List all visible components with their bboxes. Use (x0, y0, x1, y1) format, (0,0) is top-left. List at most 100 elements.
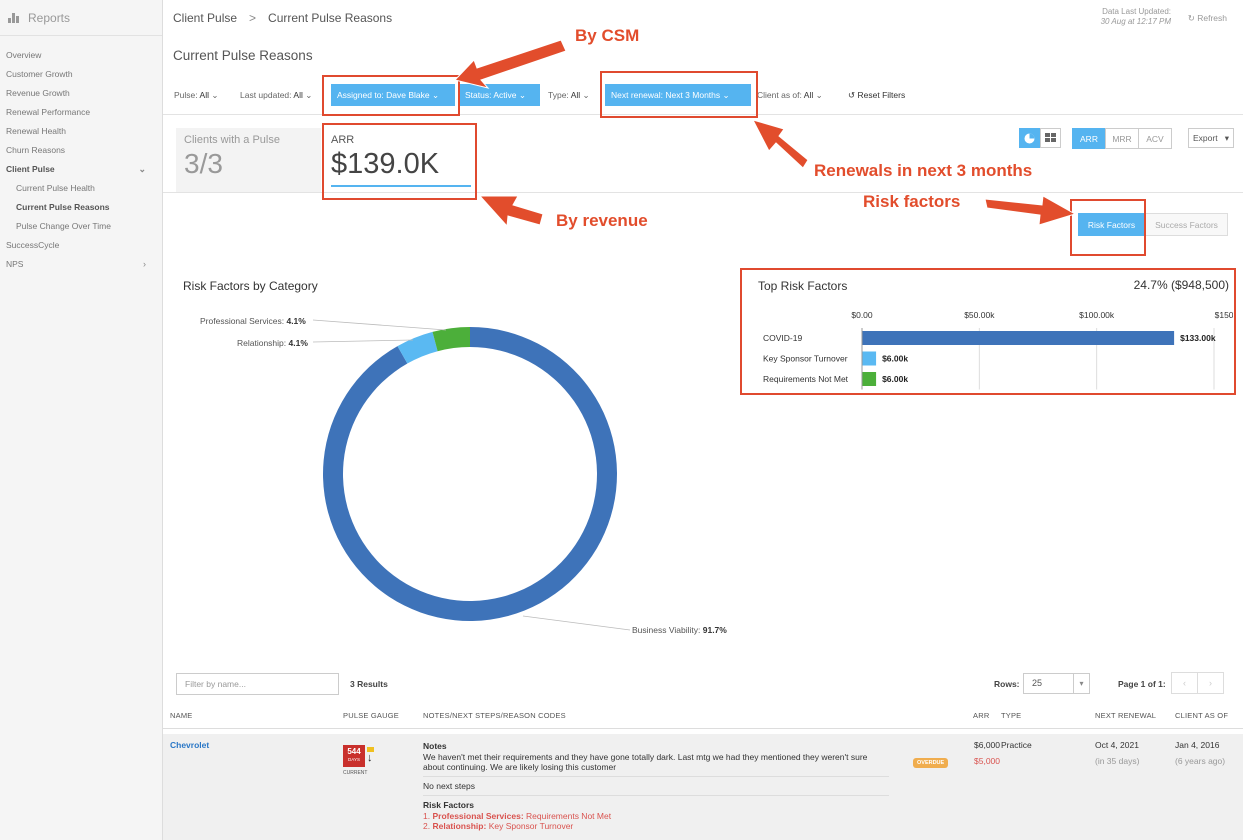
pie-view-button[interactable] (1019, 128, 1040, 148)
annotation-renewals: Renewals in next 3 months (814, 161, 1033, 180)
sidebar-header: Reports (0, 0, 162, 36)
notes-heading: Notes (423, 741, 447, 751)
arr-value: $6,000 (974, 740, 1000, 750)
donut-label-relationship: Relationship: 4.1% (237, 338, 308, 348)
breadcrumb: Client Pulse > Current Pulse Reasons (163, 0, 1243, 36)
divider (423, 776, 889, 777)
caret-down-icon: ▾ (1224, 132, 1229, 143)
overdue-amount: $5,000 (974, 756, 1000, 766)
risk-factor-item: 1. Professional Services: Requirements N… (423, 811, 612, 821)
updated-label: Data Last Updated: (1102, 7, 1171, 16)
success-factors-button[interactable]: Success Factors (1145, 213, 1228, 236)
sidebar-item-client-pulse[interactable]: Client Pulse ⌄ (0, 160, 162, 179)
metric-arr-button[interactable]: ARR (1072, 128, 1106, 149)
caret-down-icon: ▾ (1073, 674, 1089, 693)
sidebar-item-current-pulse-reasons[interactable]: Current Pulse Reasons (0, 198, 162, 217)
col-header-notes[interactable]: NOTES/NEXT STEPS/REASON CODES (423, 711, 566, 720)
col-header-next-renewal[interactable]: NEXT RENEWAL (1095, 711, 1156, 720)
leader-line (312, 339, 414, 343)
chevron-down-icon: ⌄ (518, 90, 527, 100)
leader-line (522, 615, 631, 631)
prev-page-button[interactable]: ‹ (1171, 672, 1198, 694)
data-updated: Data Last Updated: 30 Aug at 12:17 PM (1101, 7, 1171, 27)
refresh-icon: ↻ (1187, 13, 1195, 23)
breadcrumb-current: Current Pulse Reasons (268, 11, 393, 25)
client-as-of-relative: (6 years ago) (1175, 756, 1226, 766)
rows-select[interactable]: 25 ▾ (1023, 673, 1090, 694)
gauge-caption: CURRENT (343, 770, 368, 776)
pulse-gauge[interactable]: 544 DAYS CURRENT ↓ (343, 745, 374, 776)
export-dropdown[interactable]: Export ▾ (1188, 128, 1234, 148)
filter-pulse[interactable]: Pulse: All ⌄ (174, 84, 218, 106)
next-page-button[interactable]: › (1197, 672, 1224, 694)
donut-slice-professional-services[interactable] (432, 327, 470, 352)
annotation-box-top-risk (740, 268, 1236, 395)
pager: ‹ › (1171, 672, 1224, 694)
type-value: Practice (1001, 740, 1032, 750)
annotation-by-csm: By CSM (575, 26, 640, 45)
notes-text: We haven't met their requirements and th… (423, 752, 868, 772)
donut-label-professional-services: Professional Services: 4.1% (200, 316, 306, 326)
risk-factors-heading: Risk Factors (423, 800, 475, 810)
risk-category-donut (312, 319, 631, 631)
sidebar-item-successcycle[interactable]: SuccessCycle (0, 236, 162, 255)
overdue-badge: OVERDUE (913, 758, 949, 768)
refresh-button[interactable]: ↻ Refresh (1188, 13, 1227, 24)
col-header-client-as-of[interactable]: CLIENT AS OF (1175, 711, 1228, 720)
gauge-days-badge: 544 DAYS (343, 745, 365, 767)
chevron-right-icon: › (143, 259, 146, 269)
filter-client-as-of[interactable]: Client as of: All ⌄ (757, 84, 823, 106)
annotation-box-csm (322, 75, 460, 116)
arrow-down-icon: ↓ (367, 752, 373, 764)
sidebar-item-current-pulse-health[interactable]: Current Pulse Health (0, 179, 162, 198)
col-header-name[interactable]: NAME (170, 711, 192, 720)
annotation-box-renewal (600, 71, 758, 118)
reports-icon (8, 12, 20, 23)
metric-mrr-button[interactable]: MRR (1105, 128, 1139, 149)
donut-label-business-viability: Business Viability: 91.7% (632, 625, 727, 635)
sidebar-item-pulse-change[interactable]: Pulse Change Over Time (0, 217, 162, 236)
sidebar-item-churn-reasons[interactable]: Churn Reasons (0, 141, 162, 160)
kpi-clients-with-pulse[interactable]: Clients with a Pulse 3/3 (176, 128, 321, 192)
grid-icon (1045, 133, 1056, 142)
filter-by-name-input[interactable]: Filter by name... (176, 673, 339, 695)
metric-toggle: ARR MRR ACV (1072, 128, 1172, 149)
client-name-link[interactable]: Chevrolet (170, 740, 209, 750)
sidebar-item-nps[interactable]: NPS › (0, 255, 162, 274)
client-as-of-date: Jan 4, 2016 (1175, 740, 1220, 750)
chevron-down-icon: ⌄ (815, 90, 823, 100)
rows-label: Rows: (994, 679, 1020, 689)
chevron-down-icon: ⌄ (582, 90, 590, 100)
col-header-pulse-gauge[interactable]: PULSE GAUGE (343, 711, 399, 720)
grid-view-button[interactable] (1040, 128, 1061, 148)
col-header-type[interactable]: TYPE (1001, 711, 1021, 720)
risk-factor-item: 2. Relationship: Key Sponsor Turnover (423, 821, 574, 831)
annotation-box-revenue (322, 123, 477, 200)
sidebar-nav: Overview Customer Growth Revenue Growth … (0, 36, 162, 274)
filter-type[interactable]: Type: All ⌄ (548, 84, 590, 106)
annotation-by-revenue: By revenue (556, 211, 648, 230)
filter-status[interactable]: Status: Active ⌄ (459, 84, 540, 106)
breadcrumb-parent[interactable]: Client Pulse (173, 11, 237, 25)
sidebar-item-renewal-health[interactable]: Renewal Health (0, 122, 162, 141)
chevron-down-icon: ⌄ (305, 90, 313, 100)
sidebar-item-revenue-growth[interactable]: Revenue Growth (0, 84, 162, 103)
next-renewal-date: Oct 4, 2021 (1095, 740, 1139, 750)
reset-icon: ↺ (848, 90, 856, 100)
notes-cell: Notes We haven't met their requirements … (423, 741, 889, 831)
filter-last-updated[interactable]: Last updated: All ⌄ (240, 84, 312, 106)
metric-acv-button[interactable]: ACV (1138, 128, 1172, 149)
next-renewal-relative: (in 35 days) (1095, 756, 1140, 766)
divider (423, 795, 889, 796)
annotation-risk-factors: Risk factors (863, 192, 961, 211)
pie-chart-icon (1024, 133, 1035, 143)
sidebar-item-renewal-performance[interactable]: Renewal Performance (0, 103, 162, 122)
col-header-arr[interactable]: ARR (973, 711, 989, 720)
donut-slice-business-viability[interactable] (323, 327, 617, 621)
chevron-down-icon: ⌄ (138, 164, 146, 174)
sidebar-item-customer-growth[interactable]: Customer Growth (0, 65, 162, 84)
kpi-value: 3/3 (184, 148, 223, 179)
chevron-down-icon: ⌄ (211, 90, 219, 100)
reset-filters-button[interactable]: ↺ Reset Filters (848, 84, 905, 106)
sidebar-item-overview[interactable]: Overview (0, 46, 162, 65)
